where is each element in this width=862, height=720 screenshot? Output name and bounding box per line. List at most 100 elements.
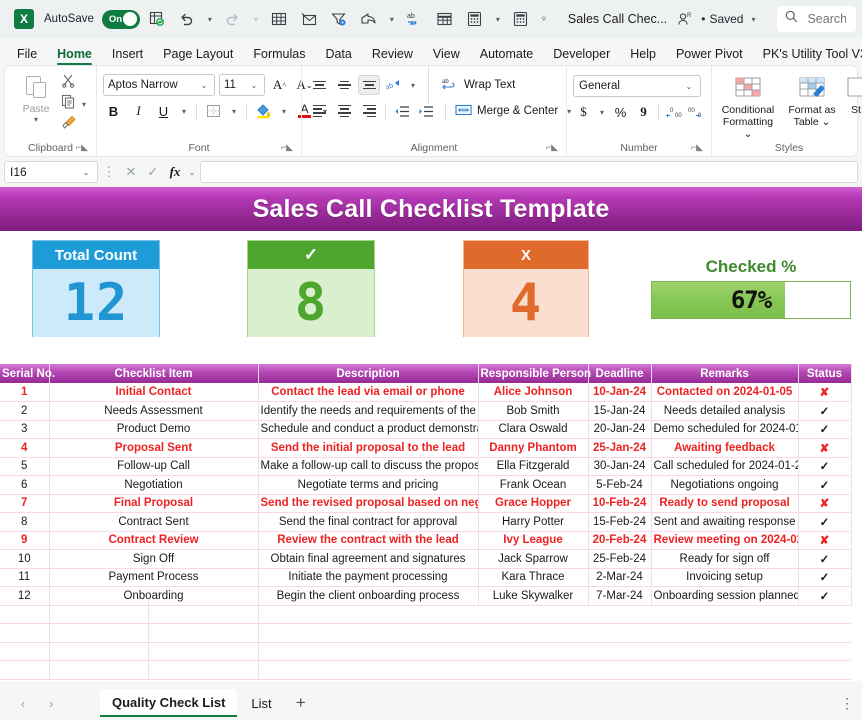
empty-cell[interactable] [651, 642, 798, 661]
search-input[interactable] [805, 11, 848, 27]
underline-button[interactable]: U [153, 101, 174, 122]
bold-button[interactable]: B [103, 101, 124, 122]
empty-cell[interactable] [0, 642, 50, 661]
empty-cell[interactable] [798, 623, 851, 643]
more-options-icon[interactable]: ⋮ [840, 695, 854, 712]
formula-input[interactable] [200, 161, 858, 183]
cell-status[interactable]: ✓ [798, 512, 852, 532]
cell-remarks[interactable]: Ready for sign off [651, 549, 799, 569]
table-row[interactable]: 3 Product Demo Schedule and conduct a prod… [0, 420, 852, 439]
alignment-dialog-launcher[interactable]: ⌐◣ [546, 140, 558, 155]
cell-deadline[interactable]: 10-Jan-24 [588, 383, 652, 402]
ribbon-tab-insert[interactable]: Insert [103, 45, 152, 65]
cell-serial[interactable]: 12 [0, 586, 50, 606]
more-commands-icon[interactable]: ⩒ [538, 14, 550, 24]
cell-desc[interactable]: Identify the needs and requirements of t… [258, 401, 479, 421]
cell-deadline[interactable]: 20-Feb-24 [588, 531, 652, 550]
table-row[interactable]: 6 Negotiation Negotiate terms and pricing F… [0, 475, 852, 495]
cell-remarks[interactable]: Invoicing setup [651, 568, 799, 587]
empty-cell[interactable] [651, 623, 798, 643]
cell-deadline[interactable]: 20-Jan-24 [588, 420, 652, 439]
cell-deadline[interactable]: 2-Mar-24 [588, 568, 652, 587]
redo-dropdown-icon[interactable]: ▾ [250, 15, 262, 24]
ribbon-tab-automate[interactable]: Automate [471, 45, 543, 65]
table-row[interactable]: 5 Follow-up Call Make a follow-up call to … [0, 457, 852, 476]
ribbon-tab-home[interactable]: Home [48, 45, 101, 65]
empty-cell[interactable] [651, 660, 798, 680]
conditional-formatting-button[interactable]: Conditional Formatting ⌄ [718, 74, 778, 140]
ribbon-tab-developer[interactable]: Developer [544, 45, 619, 65]
empty-row[interactable] [0, 623, 851, 643]
cell-item[interactable]: Product Demo [49, 420, 259, 439]
cell-serial[interactable]: 10 [0, 549, 50, 569]
cell-serial[interactable]: 11 [0, 568, 50, 587]
empty-cell[interactable] [798, 605, 851, 624]
align-left-button[interactable] [308, 101, 330, 121]
cell-desc[interactable]: Initiate the payment processing [258, 568, 479, 587]
cell-person[interactable]: Harry Potter [478, 512, 589, 532]
cell-deadline[interactable]: 30-Jan-24 [588, 457, 652, 476]
col-header-serial-no[interactable]: Serial No. [0, 364, 55, 383]
cell-item[interactable]: Negotiation [49, 475, 259, 495]
cell-desc[interactable]: Negotiate terms and pricing [258, 475, 479, 495]
cell-serial[interactable]: 9 [0, 531, 50, 550]
cell-item[interactable]: Proposal Sent [49, 438, 259, 458]
email-icon[interactable] [296, 6, 322, 32]
copy-button[interactable]: ▾ [61, 94, 90, 114]
number-dialog-launcher[interactable]: ⌐◣ [691, 140, 703, 155]
sheet-tab-list[interactable]: List [239, 689, 283, 717]
cell-desc[interactable]: Send the final contract for approval [258, 512, 479, 532]
enter-icon[interactable]: ✓ [142, 161, 164, 183]
calculator-icon[interactable] [462, 6, 488, 32]
col-header-deadline[interactable]: Deadline [588, 364, 652, 383]
empty-cell[interactable] [478, 623, 588, 643]
cell-person[interactable]: Frank Ocean [478, 475, 589, 495]
undo-icon[interactable] [174, 6, 200, 32]
table-row[interactable]: 8 Contract Sent Send the final contract fo… [0, 512, 852, 532]
empty-cell[interactable] [258, 660, 478, 680]
cell-status[interactable]: ✓ [798, 586, 852, 606]
cell-serial[interactable]: 3 [0, 420, 50, 439]
table-row[interactable]: 11 Payment Process Initiate the payment pr… [0, 568, 852, 587]
align-right-button[interactable] [358, 101, 380, 121]
previous-sheet-button[interactable]: ‹ [10, 690, 36, 716]
cell-status[interactable]: ✓ [798, 457, 852, 476]
refresh-icon[interactable] [144, 6, 170, 32]
table-icon[interactable] [266, 6, 292, 32]
cell-person[interactable]: Kara Thrace [478, 568, 589, 587]
cell-person[interactable]: Danny Phantom [478, 438, 589, 458]
empty-cell[interactable] [588, 623, 651, 643]
cell-item[interactable]: Needs Assessment [49, 401, 259, 421]
cell-remarks[interactable]: Demo scheduled for 2024-01-18 [651, 420, 799, 439]
cell-desc[interactable]: Send the initial proposal to the lead [258, 438, 479, 458]
saved-dropdown-icon[interactable]: ▾ [747, 15, 759, 24]
empty-row[interactable] [0, 605, 851, 624]
cell-desc[interactable]: Obtain final agreement and signatures [258, 549, 479, 569]
cell-status[interactable]: ✘ [798, 531, 852, 550]
document-title[interactable]: Sales Call Chec... [568, 12, 667, 26]
insert-function-icon[interactable]: fx [164, 161, 186, 183]
sheet-tab-quality-check-list[interactable]: Quality Check List [100, 689, 238, 717]
increase-font-size-button[interactable]: A ^ [269, 75, 290, 96]
cell-styles-button[interactable]: St [846, 74, 862, 116]
ribbon-tab-pk-utility-tool[interactable]: PK's Utility Tool V3.0 [754, 45, 862, 65]
font-name-select[interactable]: Aptos Narrow ⌄ [103, 74, 215, 96]
cell-serial[interactable]: 8 [0, 512, 50, 532]
ribbon-tab-review[interactable]: Review [363, 45, 422, 65]
add-sheet-button[interactable]: + [286, 690, 316, 716]
col-header-remarks[interactable]: Remarks [651, 364, 799, 383]
cancel-icon[interactable]: ✕ [120, 161, 142, 183]
cell-remarks[interactable]: Call scheduled for 2024-01-28 [651, 457, 799, 476]
table-row[interactable]: 1 Initial Contact Contact the lead via ema… [0, 383, 852, 402]
cell-item[interactable]: Final Proposal [49, 494, 259, 513]
increase-indent-button[interactable] [415, 101, 436, 122]
empty-cell[interactable] [588, 660, 651, 680]
save-status[interactable]: • Saved ▾ [701, 12, 759, 26]
cell-status[interactable]: ✓ [798, 401, 852, 421]
fill-color-button[interactable] [253, 101, 274, 122]
cell-remarks[interactable]: Awaiting feedback [651, 438, 799, 458]
cell-person[interactable]: Ella Fitzgerald [478, 457, 589, 476]
empty-cell[interactable] [798, 642, 851, 661]
cell-serial[interactable]: 2 [0, 401, 50, 421]
clipboard-dialog-launcher[interactable]: ⌐◣ [76, 140, 88, 155]
